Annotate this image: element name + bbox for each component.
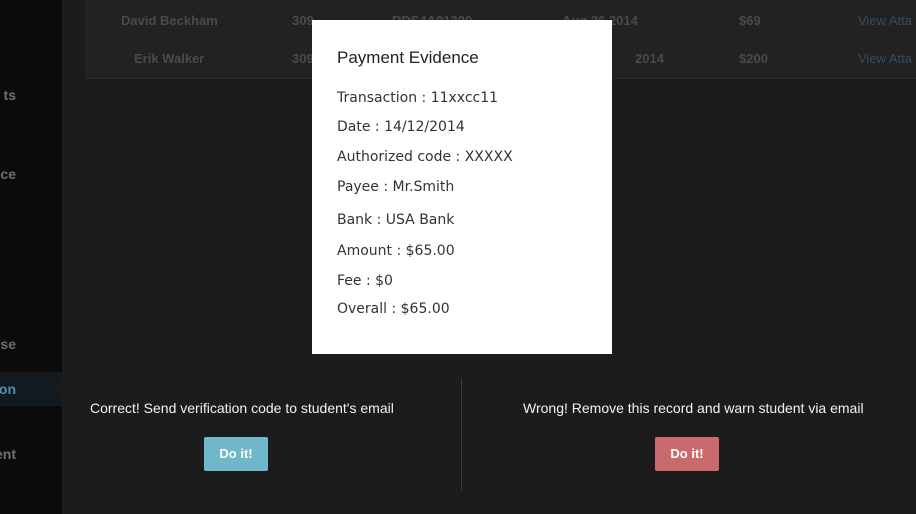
date-field: Date : 14/12/2014 <box>337 119 465 135</box>
correct-action-text: Correct! Send verification code to stude… <box>90 400 394 416</box>
payment-amount: $69 <box>739 13 761 28</box>
sidebar-item-label: ayment <box>0 446 16 462</box>
sidebar-item-label: on <box>0 381 16 397</box>
actions-divider <box>461 378 462 490</box>
student-id: 309 <box>292 13 314 28</box>
wrong-do-it-button[interactable]: Do it! <box>655 437 719 471</box>
overall-field: Overall : $65.00 <box>337 301 450 317</box>
student-name: David Beckham <box>121 13 218 28</box>
student-name: Erik Walker <box>134 51 205 66</box>
payee-field: Payee : Mr.Smith <box>337 179 455 195</box>
sidebar-item-label: ourse <box>0 336 16 352</box>
sidebar-item-label: nce <box>0 166 16 182</box>
sidebar-item-3[interactable]: ourse <box>0 327 62 361</box>
student-id: 309 <box>292 51 314 66</box>
transaction-field: Transaction : 11xxcc11 <box>337 90 499 106</box>
sidebar-item-active[interactable]: on <box>0 372 62 406</box>
payment-amount: $200 <box>739 51 768 66</box>
payment-evidence-modal: Payment Evidence Transaction : 11xxcc11 … <box>312 20 612 354</box>
authorized-code-field: Authorized code : XXXXX <box>337 149 513 165</box>
amount-field: Amount : $65.00 <box>337 243 455 259</box>
payment-date: 2014 <box>635 51 664 66</box>
sidebar: ts nce ourse on ayment <box>0 0 62 514</box>
view-attachment-link[interactable]: View Atta <box>858 40 912 78</box>
sidebar-item-1[interactable]: ts <box>0 78 62 112</box>
sidebar-item-2[interactable]: nce <box>0 157 62 191</box>
modal-title: Payment Evidence <box>337 48 479 67</box>
wrong-action-text: Wrong! Remove this record and warn stude… <box>523 400 864 416</box>
correct-do-it-button[interactable]: Do it! <box>204 437 268 471</box>
bank-field: Bank : USA Bank <box>337 212 455 228</box>
view-attachment-link[interactable]: View Atta <box>858 2 912 40</box>
sidebar-item-label: ts <box>3 87 16 103</box>
fee-field: Fee : $0 <box>337 273 393 289</box>
sidebar-item-5[interactable]: ayment <box>0 437 62 471</box>
